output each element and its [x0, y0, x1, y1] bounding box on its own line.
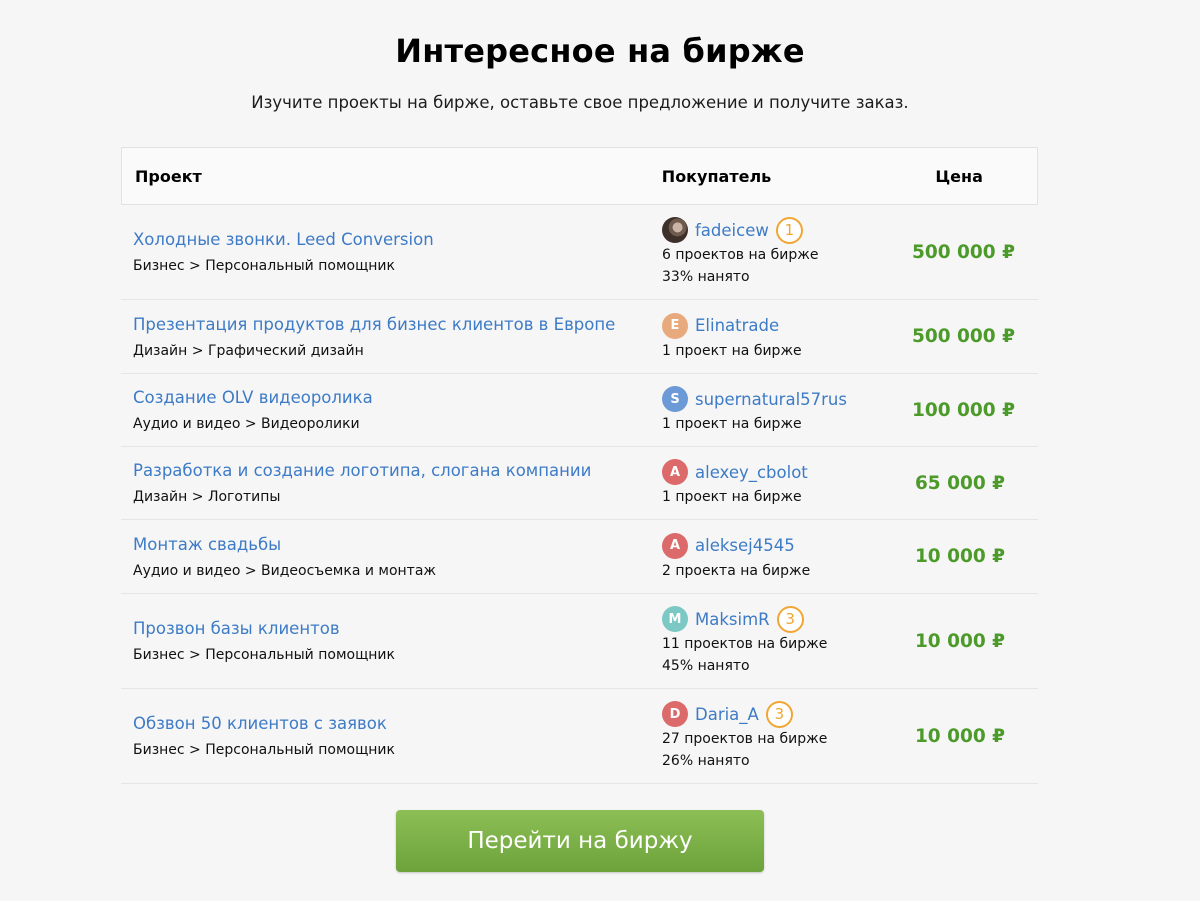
buyer-hired-rate: 45% нанято [662, 658, 750, 674]
avatar[interactable]: A [662, 459, 688, 485]
table-row: Холодные звонки. Leed Conversion Бизнес … [121, 205, 1038, 300]
buyer-projects-count: 2 проекта на бирже [662, 562, 811, 579]
buyer-name-link[interactable]: fadeicew [695, 221, 769, 240]
project-category: Бизнес > Персональный помощник [133, 742, 395, 758]
price-cell: 500 000 ₽ [912, 326, 1038, 347]
go-to-exchange-button[interactable]: Перейти на биржу [396, 810, 764, 872]
buyer-cell: A aleksej4545 2 проекта на бирже [662, 532, 912, 582]
price-cell: 10 000 ₽ [912, 546, 1038, 567]
column-header-project: Проект [135, 166, 202, 186]
buyer-line: M MaksimR 3 [662, 605, 912, 633]
buyer-projects-count: 6 проектов на бирже [662, 247, 819, 263]
avatar[interactable] [662, 217, 688, 243]
project-cell: Прозвон базы клиентов Бизнес > Персональ… [121, 618, 662, 664]
project-category: Дизайн > Логотипы [133, 489, 281, 505]
project-title-link[interactable]: Обзвон 50 клиентов с заявок [133, 713, 662, 735]
buyer-cell: E Elinatrade 1 проект на бирже [662, 312, 912, 362]
buyer-line: A aleksej4545 [662, 532, 912, 560]
buyer-hired-rate: 33% нанято [662, 269, 750, 285]
page-subtitle: Изучите проекты на бирже, оставьте свое … [251, 93, 909, 112]
buyer-hired-rate: 26% нанято [662, 753, 750, 769]
project-price: 500 000 ₽ [912, 326, 1015, 347]
table-row: Создание OLV видеоролика Аудио и видео >… [121, 374, 1038, 447]
avatar[interactable]: M [662, 606, 688, 632]
table-row: Монтаж свадьбы Аудио и видео > Видеосъем… [121, 520, 1038, 594]
buyer-name-link[interactable]: Daria_A [695, 705, 759, 724]
project-cell: Создание OLV видеоролика Аудио и видео >… [121, 387, 662, 433]
table-row: Прозвон базы клиентов Бизнес > Персональ… [121, 594, 1038, 689]
table-body: Холодные звонки. Leed Conversion Бизнес … [121, 205, 1038, 784]
buyer-name-link[interactable]: supernatural57rus [695, 390, 847, 409]
buyer-projects-count: 27 проектов на бирже [662, 731, 828, 747]
price-cell: 10 000 ₽ [912, 726, 1038, 747]
buyer-level-badge: 3 [765, 700, 793, 728]
buyer-level-badge: 3 [776, 605, 804, 633]
projects-table: Проект Покупатель Цена Холодные звонки. … [121, 147, 1038, 784]
avatar[interactable]: S [662, 386, 688, 412]
buyer-level-badge: 1 [775, 216, 803, 244]
project-cell: Холодные звонки. Leed Conversion Бизнес … [121, 229, 662, 275]
project-title-link[interactable]: Разработка и создание логотипа, слогана … [133, 460, 662, 482]
project-price: 100 000 ₽ [912, 399, 1015, 421]
buyer-line: E Elinatrade [662, 312, 912, 340]
project-title-link[interactable]: Холодные звонки. Leed Conversion [133, 229, 662, 251]
page-title: Интересное на бирже [395, 32, 805, 70]
column-header-buyer: Покупатель [661, 166, 772, 186]
table-row: Презентация продуктов для бизнес клиенто… [121, 300, 1038, 374]
price-cell: 10 000 ₽ [912, 631, 1038, 652]
table-row: Обзвон 50 клиентов с заявок Бизнес > Пер… [121, 689, 1038, 784]
project-title-link[interactable]: Презентация продуктов для бизнес клиенто… [133, 314, 662, 336]
price-cell: 65 000 ₽ [912, 473, 1038, 494]
page: Интересное на бирже Изучите проекты на б… [0, 0, 1200, 901]
project-category: Дизайн > Графический дизайн [133, 342, 364, 359]
price-cell: 500 000 ₽ [912, 242, 1038, 263]
buyer-name-link[interactable]: alexey_cbolot [695, 463, 808, 482]
buyer-projects-count: 1 проект на бирже [662, 489, 802, 505]
buyer-name-link[interactable]: Elinatrade [695, 316, 779, 335]
project-category: Аудио и видео > Видеоролики [133, 416, 360, 432]
buyer-line: D Daria_A 3 [662, 700, 912, 728]
project-price: 65 000 ₽ [914, 472, 1006, 494]
project-cell: Монтаж свадьбы Аудио и видео > Видеосъем… [121, 534, 662, 580]
avatar[interactable]: A [662, 532, 688, 559]
project-cell: Презентация продуктов для бизнес клиенто… [121, 314, 662, 360]
project-price: 10 000 ₽ [914, 725, 1006, 747]
price-cell: 100 000 ₽ [912, 400, 1038, 421]
project-title-link[interactable]: Монтаж свадьбы [133, 534, 662, 556]
project-title-link[interactable]: Прозвон базы клиентов [133, 618, 662, 640]
project-title-link[interactable]: Создание OLV видеоролика [133, 387, 662, 409]
buyer-cell: S supernatural57rus 1 проект на бирже [662, 385, 912, 435]
project-category: Бизнес > Персональный помощник [133, 258, 395, 274]
column-header-price: Цена [935, 166, 983, 186]
buyer-name-link[interactable]: MaksimR [695, 610, 770, 629]
table-row: Разработка и создание логотипа, слогана … [121, 447, 1038, 520]
buyer-cell: M MaksimR 3 11 проектов на бирже 45% нан… [662, 605, 912, 677]
buyer-cell: A alexey_cbolot 1 проект на бирже [662, 458, 912, 508]
buyer-cell: D Daria_A 3 27 проектов на бирже 26% нан… [662, 700, 912, 772]
project-category: Аудио и видео > Видеосъемка и монтаж [133, 562, 437, 579]
table-header: Проект Покупатель Цена [121, 147, 1038, 205]
buyer-projects-count: 11 проектов на бирже [662, 636, 828, 652]
project-price: 10 000 ₽ [914, 630, 1006, 652]
project-category: Бизнес > Персональный помощник [133, 647, 395, 663]
buyer-line: S supernatural57rus [662, 385, 912, 413]
project-price: 500 000 ₽ [912, 241, 1015, 263]
buyer-line: A alexey_cbolot [662, 458, 912, 486]
avatar[interactable]: E [662, 312, 688, 339]
project-cell: Разработка и создание логотипа, слогана … [121, 460, 662, 506]
project-price: 10 000 ₽ [914, 546, 1006, 567]
buyer-projects-count: 1 проект на бирже [662, 342, 802, 359]
buyer-name-link[interactable]: aleksej4545 [695, 536, 795, 555]
avatar[interactable]: D [662, 701, 688, 727]
project-cell: Обзвон 50 клиентов с заявок Бизнес > Пер… [121, 713, 662, 759]
buyer-line: fadeicew 1 [662, 216, 912, 244]
buyer-cell: fadeicew 1 6 проектов на бирже 33% нанят… [662, 216, 912, 288]
buyer-projects-count: 1 проект на бирже [662, 416, 802, 432]
